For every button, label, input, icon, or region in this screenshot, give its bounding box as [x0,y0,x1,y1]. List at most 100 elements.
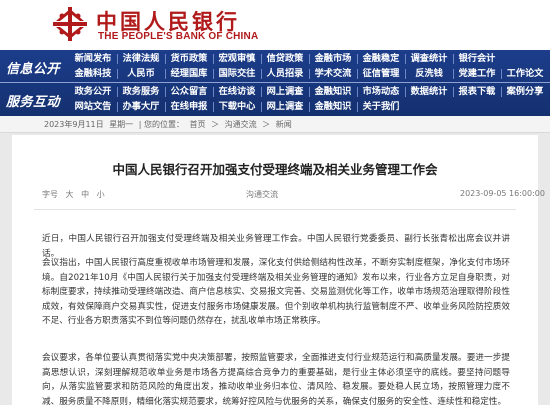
nav-separator [117,54,118,64]
site-title-en: THE PEOPLE'S BANK OF CHINA [98,31,259,42]
nav-separator [261,54,262,64]
nav-section-service-interaction: 服务互动 [0,83,68,116]
nav-item[interactable]: 政务公开 [70,84,116,100]
nav-item[interactable]: 金融科技 [70,66,116,82]
nav-item[interactable]: 工作论文 [502,66,548,82]
main-navigation: 信息公开 服务互动 新闻发布 法律法规 货币政策 宏观审慎 信贷政策 金融市场 金融稳定 调查… [0,50,550,116]
nav-separator [261,87,262,97]
nav-separator [165,54,166,64]
nav-item[interactable]: 下载中心 [214,99,260,115]
nav-item[interactable]: 国际交往 [214,66,260,82]
article-paragraph: 会议指出，中国人民银行高度重视收单市场管理和发展，深化支付供给侧结构性改革，不断… [42,258,510,327]
nav-item[interactable]: 银行会计 [454,51,500,67]
nav-separator [261,69,262,79]
nav-item[interactable]: 在线访谈 [214,84,260,100]
site-header: 中国人民银行 THE PEOPLE'S BANK OF CHINA [0,0,550,50]
nav-separator [453,69,454,79]
breadcrumb-news[interactable]: 新闻 [276,120,292,129]
nav-item[interactable]: 反洗钱 [406,66,452,82]
nav-separator [453,54,454,64]
nav-item[interactable]: 金融知识 [310,99,356,115]
current-weekday: 星期一 [109,120,134,129]
nav-separator [309,87,310,97]
nav-separator [117,69,118,79]
font-size-large[interactable]: 大 [66,190,74,199]
breadcrumb-prefix: | 您的位置： [138,120,184,129]
nav-item[interactable]: 公众留言 [166,84,212,100]
nav-separator [213,54,214,64]
nav-item[interactable]: 金融稳定 [358,51,404,67]
title-divider [34,209,516,210]
nav-item[interactable]: 党建工作 [454,66,500,82]
font-size-medium[interactable]: 中 [81,190,89,199]
article-title: 中国人民银行召开加强支付受理终端及相关业务管理工作会 [112,162,438,177]
nav-item[interactable]: 网上调查 [262,99,308,115]
nav-separator [309,69,310,79]
font-size-selector: 字号 大 中 小 [42,189,105,200]
nav-item[interactable]: 政务服务 [118,84,164,100]
nav-item[interactable]: 经理国库 [166,66,212,82]
breadcrumb-separator: ＞ [262,120,271,129]
nav-item[interactable]: 网站文告 [70,99,116,115]
nav-row-service: 政务公开 政务服务 公众留言 在线访谈 网上调查 金融知识 市场动态 数据统计 报表下载 案例分享… [70,83,550,116]
nav-item[interactable]: 网上调查 [262,84,308,100]
nav-item[interactable]: 信贷政策 [262,51,308,67]
nav-section-info-disclosure: 信息公开 [0,50,68,83]
nav-item[interactable]: 新闻发布 [70,51,116,67]
article-meta: 字号 大 中 小 沟通交流 2023-09-05 16:00:00 [12,189,545,203]
nav-separator [309,102,310,112]
article-date: 2023-09-05 16:00:00 [460,189,545,198]
nav-separator [357,54,358,64]
nav-separator [405,69,406,79]
nav-separator [357,69,358,79]
nav-item[interactable]: 学术交流 [310,66,356,82]
nav-separator [213,102,214,112]
nav-separator [213,87,214,97]
current-date: 2023年9月11日 [44,120,104,129]
nav-separator [117,102,118,112]
nav-separator [405,54,406,64]
nav-item[interactable]: 调查统计 [406,51,452,67]
pboc-emblem-icon [53,7,87,41]
nav-item[interactable]: 案例分享 [502,84,548,100]
nav-item[interactable]: 宏观审慎 [214,51,260,67]
nav-separator [405,87,406,97]
nav-separator [453,87,454,97]
nav-item[interactable]: 市场动态 [358,84,404,100]
breadcrumb-home[interactable]: 首页 [190,120,206,129]
nav-item[interactable]: 数据统计 [406,84,452,100]
nav-row-info: 新闻发布 法律法规 货币政策 宏观审慎 信贷政策 金融市场 金融稳定 调查统计 银行会计金融科技… [70,50,550,83]
nav-item[interactable]: 货币政策 [166,51,212,67]
nav-item[interactable]: 人民币 [118,66,164,82]
nav-item[interactable]: 在线申报 [166,99,212,115]
article-paragraph: 会议要求，各单位要认真贯彻落实党中央决策部署，按照监管要求，全面推进支付行业规范… [42,353,510,405]
nav-separator [501,87,502,97]
nav-separator [501,69,502,79]
font-size-small[interactable]: 小 [97,190,105,199]
nav-item[interactable]: 法律法规 [118,51,164,67]
nav-separator [357,102,358,112]
nav-separator [165,102,166,112]
nav-item[interactable]: 金融知识 [310,84,356,100]
nav-separator [213,69,214,79]
nav-separator [261,102,262,112]
nav-item[interactable]: 关于我们 [358,99,404,115]
nav-separator [117,87,118,97]
font-size-label: 字号 [42,190,58,199]
breadcrumb-separator: ＞ [211,120,220,129]
nav-item[interactable]: 报表下载 [454,84,500,100]
article-panel: 中国人民银行召开加强支付受理终端及相关业务管理工作会 字号 大 中 小 沟通交流… [12,135,545,405]
breadcrumb: 2023年9月11日 星期一 | 您的位置： 首页 ＞ 沟通交流 ＞ 新闻 [0,116,550,133]
nav-section-label: 信息公开 [6,62,61,77]
nav-separator [165,69,166,79]
breadcrumb-communication[interactable]: 沟通交流 [225,120,257,129]
article-source: 沟通交流 [246,190,278,199]
nav-separator [309,54,310,64]
nav-item[interactable]: 人员招录 [262,66,308,82]
nav-item[interactable]: 征信管理 [358,66,404,82]
nav-section-label: 服务互动 [6,95,61,110]
nav-separator [357,87,358,97]
nav-separator [165,87,166,97]
nav-item[interactable]: 办事大厅 [118,99,164,115]
nav-item[interactable]: 金融市场 [310,51,356,67]
